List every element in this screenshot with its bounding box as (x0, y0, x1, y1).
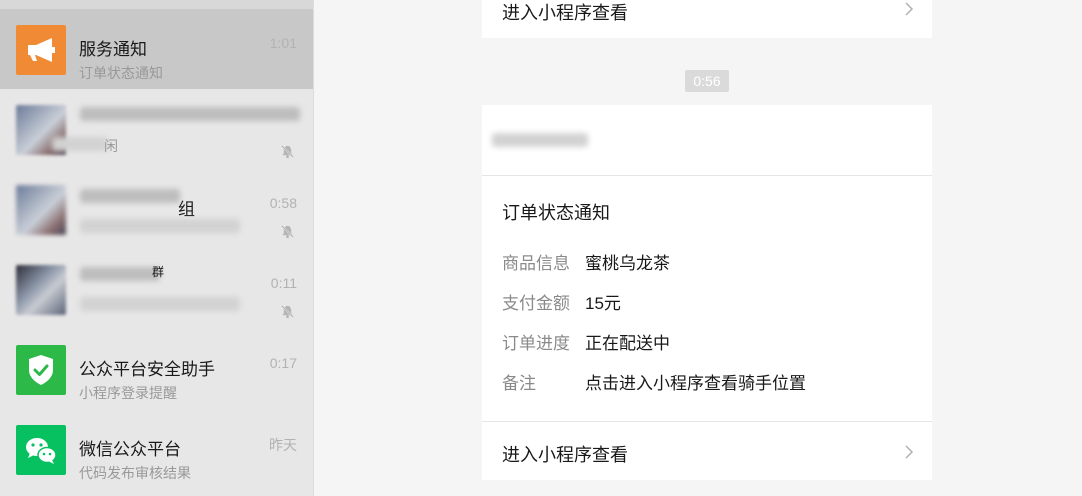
blurred-name (80, 189, 180, 203)
chat-preview: 订单状态通知 (79, 65, 163, 81)
message-timestamp: 0:56 (685, 70, 729, 92)
group-avatar (16, 265, 66, 315)
chat-item-group-2[interactable]: 组 0:58 (0, 169, 313, 249)
field-value: 点击进入小程序查看骑手位置 (585, 374, 806, 393)
chat-name: 组 (178, 200, 195, 219)
blurred-preview (80, 297, 240, 311)
chat-time: 0:11 (270, 275, 297, 291)
blurred-name (80, 107, 300, 121)
chat-preview: 闲 (104, 138, 118, 154)
order-notification-card[interactable]: 订单状态通知 商品信息 蜜桃乌龙茶 支付金额 15元 订单进度 正在配送中 备注… (482, 105, 932, 480)
avatar (16, 25, 66, 75)
sidebar-top-strip (0, 0, 313, 9)
card-header (482, 105, 932, 176)
field-value: 15元 (585, 294, 621, 313)
chat-name: 群 (152, 265, 165, 279)
field-label: 支付金额 (502, 294, 570, 313)
chat-item-service-notice[interactable]: 服务通知 订单状态通知 1:01 (0, 9, 313, 89)
mute-bell-icon (281, 305, 294, 319)
card-footer[interactable]: 进入小程序查看 (482, 421, 932, 481)
chat-list-sidebar: 服务通知 订单状态通知 1:01 闲 组 0:58 群 0:11 公众平台安全助… (0, 0, 314, 496)
chat-item-security-assistant[interactable]: 公众平台安全助手 小程序登录提醒 0:17 (0, 329, 313, 409)
mute-bell-icon (281, 145, 294, 159)
shield-check-icon (29, 355, 53, 385)
blurred-preview (80, 219, 240, 233)
chevron-right-icon (905, 445, 914, 459)
chat-item-group-1[interactable]: 闲 (0, 89, 313, 169)
field-label: 备注 (502, 374, 536, 393)
field-value: 正在配送中 (585, 334, 670, 353)
chat-name: 公众平台安全助手 (79, 360, 215, 379)
field-label: 订单进度 (502, 334, 570, 353)
field-label: 商品信息 (502, 254, 570, 273)
chat-time: 昨天 (269, 437, 297, 453)
chat-name: 微信公众平台 (79, 440, 181, 459)
enter-mini-program-link[interactable]: 进入小程序查看 (502, 441, 628, 467)
chat-item-wechat-platform[interactable]: 微信公众平台 代码发布审核结果 昨天 (0, 409, 313, 489)
mute-bell-icon (281, 225, 294, 239)
avatar (16, 345, 66, 395)
wechat-icon (26, 438, 57, 464)
avatar (16, 425, 66, 475)
blurred-preview (52, 137, 108, 151)
chat-time: 0:17 (269, 355, 297, 371)
megaphone-icon (28, 38, 55, 62)
chat-time: 1:01 (269, 35, 297, 51)
enter-mini-program-link[interactable]: 进入小程序查看 (502, 0, 628, 25)
chevron-right-icon (905, 2, 914, 16)
chat-preview: 小程序登录提醒 (79, 385, 177, 401)
group-avatar (16, 185, 66, 235)
chat-preview: 代码发布审核结果 (79, 465, 191, 481)
chat-item-group-3[interactable]: 群 0:11 (0, 249, 313, 329)
chat-time: 0:58 (269, 195, 297, 211)
notification-title: 订单状态通知 (502, 203, 610, 223)
previous-message-card[interactable]: 进入小程序查看 (482, 0, 932, 38)
blurred-sender-name (492, 133, 588, 147)
blurred-name (80, 267, 160, 281)
chat-name: 服务通知 (79, 40, 147, 59)
field-value: 蜜桃乌龙茶 (585, 254, 670, 273)
